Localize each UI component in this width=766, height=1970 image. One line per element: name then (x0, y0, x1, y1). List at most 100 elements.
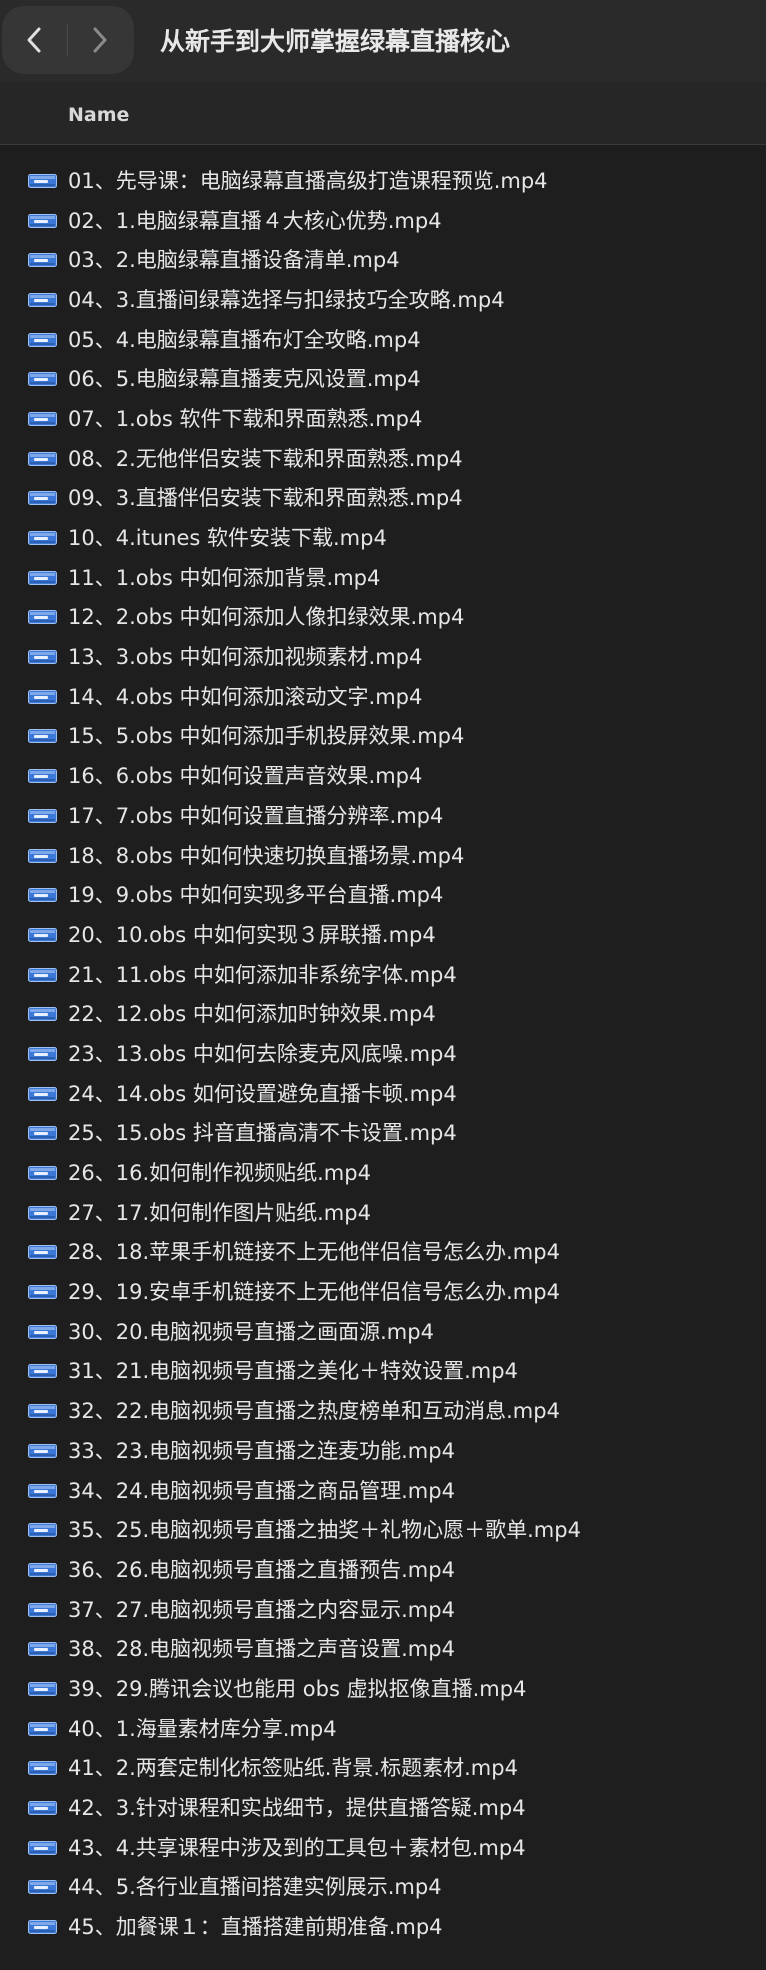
file-row[interactable]: 14、4.obs 中如何添加滚动文字.mp4 (0, 676, 766, 716)
video-file-icon (28, 649, 57, 665)
file-row[interactable]: 03、2.电脑绿幕直播设备清单.mp4 (0, 239, 766, 279)
file-row[interactable]: 25、15.obs 抖音直播高清不卡设置.mp4 (0, 1113, 766, 1153)
file-name: 30、20.电脑视频号直播之画面源.mp4 (68, 1319, 434, 1344)
file-row[interactable]: 08、2.无他伴侣安装下载和界面熟悉.mp4 (0, 438, 766, 478)
file-row[interactable]: 19、9.obs 中如何实现多平台直播.mp4 (0, 874, 766, 914)
file-row[interactable]: 40、1.海量素材库分享.mp4 (0, 1708, 766, 1748)
file-row[interactable]: 42、3.针对课程和实战细节，提供直播答疑.mp4 (0, 1787, 766, 1827)
file-row[interactable]: 05、4.电脑绿幕直播布灯全攻略.mp4 (0, 319, 766, 359)
file-name: 04、3.直播间绿幕选择与扣绿技巧全攻略.mp4 (68, 287, 505, 312)
file-name: 44、5.各行业直播间搭建实例展示.mp4 (68, 1875, 442, 1900)
file-row[interactable]: 22、12.obs 中如何添加时钟效果.mp4 (0, 993, 766, 1033)
file-row[interactable]: 39、29.腾讯会议也能用 obs 虚拟抠像直播.mp4 (0, 1668, 766, 1708)
video-file-icon (28, 1681, 57, 1696)
file-row[interactable]: 23、13.obs 中如何去除麦克风底噪.mp4 (0, 1033, 766, 1073)
file-row[interactable]: 27、17.如何制作图片贴纸.mp4 (0, 1192, 766, 1232)
file-name: 09、3.直播伴侣安装下载和界面熟悉.mp4 (68, 486, 463, 511)
file-row[interactable]: 09、3.直播伴侣安装下载和界面熟悉.mp4 (0, 478, 766, 518)
file-row[interactable]: 13、3.obs 中如何添加视频素材.mp4 (0, 636, 766, 676)
file-name: 20、10.obs 中如何实现３屏联播.mp4 (68, 922, 436, 947)
back-button[interactable] (2, 6, 66, 74)
name-column-header[interactable]: Name (68, 104, 129, 126)
video-file-icon (28, 371, 57, 387)
window-titlebar: 从新手到大师掌握绿幕直播核心 (0, 0, 766, 82)
video-file-icon (28, 1919, 57, 1935)
file-row[interactable]: 16、6.obs 中如何设置声音效果.mp4 (0, 755, 766, 795)
file-row[interactable]: 29、19.安卓手机链接不上无他伴侣信号怎么办.mp4 (0, 1271, 766, 1311)
forward-button[interactable] (68, 6, 132, 74)
file-row[interactable]: 12、2.obs 中如何添加人像扣绿效果.mp4 (0, 597, 766, 637)
file-name: 32、22.电脑视频号直播之热度榜单和互动消息.mp4 (68, 1399, 560, 1424)
video-file-icon (28, 451, 57, 466)
file-row[interactable]: 11、1.obs 中如何添加背景.mp4 (0, 557, 766, 597)
window-title: 从新手到大师掌握绿幕直播核心 (160, 27, 511, 56)
file-row[interactable]: 21、11.obs 中如何添加非系统字体.mp4 (0, 954, 766, 994)
file-name: 14、4.obs 中如何添加滚动文字.mp4 (68, 684, 423, 709)
file-row[interactable]: 43、4.共享课程中涉及到的工具包＋素材包.mp4 (0, 1827, 766, 1867)
video-file-icon (28, 808, 57, 823)
file-row[interactable]: 34、24.电脑视频号直播之商品管理.mp4 (0, 1470, 766, 1510)
file-row[interactable]: 06、5.电脑绿幕直播麦克风设置.mp4 (0, 358, 766, 398)
video-file-icon (28, 609, 57, 625)
file-row[interactable]: 41、2.两套定制化标签贴纸.背景.标题素材.mp4 (0, 1748, 766, 1788)
file-name: 07、1.obs 软件下载和界面熟悉.mp4 (68, 406, 423, 431)
video-file-icon (28, 887, 57, 903)
file-name: 21、11.obs 中如何添加非系统字体.mp4 (68, 962, 457, 987)
file-row[interactable]: 30、20.电脑视频号直播之画面源.mp4 (0, 1311, 766, 1351)
file-row[interactable]: 38、28.电脑视频号直播之声音设置.mp4 (0, 1628, 766, 1668)
file-row[interactable]: 17、7.obs 中如何设置直播分辨率.mp4 (0, 795, 766, 835)
video-file-icon (28, 1641, 57, 1657)
video-file-icon (28, 689, 57, 704)
file-row[interactable]: 33、23.电脑视频号直播之连麦功能.mp4 (0, 1430, 766, 1470)
video-file-icon (28, 1562, 57, 1577)
file-name: 25、15.obs 抖音直播高清不卡设置.mp4 (68, 1121, 457, 1146)
video-file-icon (28, 1006, 57, 1022)
video-file-icon (28, 411, 57, 426)
file-row[interactable]: 28、18.苹果手机链接不上无他伴侣信号怎么办.mp4 (0, 1232, 766, 1272)
file-row[interactable]: 20、10.obs 中如何实现３屏联播.mp4 (0, 914, 766, 954)
file-name: 06、5.电脑绿幕直播麦克风设置.mp4 (68, 367, 421, 392)
file-row[interactable]: 26、16.如何制作视频贴纸.mp4 (0, 1152, 766, 1192)
video-file-icon (28, 1244, 57, 1260)
file-name: 37、27.电脑视频号直播之内容显示.mp4 (68, 1597, 455, 1622)
video-file-icon (28, 1760, 57, 1776)
video-file-icon (28, 1800, 57, 1816)
video-file-icon (28, 1046, 57, 1061)
file-row[interactable]: 15、5.obs 中如何添加手机投屏效果.mp4 (0, 716, 766, 756)
file-row[interactable]: 37、27.电脑视频号直播之内容显示.mp4 (0, 1589, 766, 1629)
file-name: 27、17.如何制作图片贴纸.mp4 (68, 1200, 371, 1225)
file-row[interactable]: 01、先导课：电脑绿幕直播高级打造课程预览.mp4 (0, 160, 766, 200)
navigation-button-group (2, 6, 134, 74)
file-row[interactable]: 24、14.obs 如何设置避免直播卡顿.mp4 (0, 1073, 766, 1113)
file-row[interactable]: 36、26.电脑视频号直播之直播预告.mp4 (0, 1549, 766, 1589)
file-row[interactable]: 44、5.各行业直播间搭建实例展示.mp4 (0, 1867, 766, 1907)
file-name: 43、4.共享课程中涉及到的工具包＋素材包.mp4 (68, 1835, 526, 1860)
file-row[interactable]: 07、1.obs 软件下载和界面熟悉.mp4 (0, 398, 766, 438)
chevron-left-icon (27, 27, 41, 53)
file-name: 03、2.电脑绿幕直播设备清单.mp4 (68, 248, 400, 273)
video-file-icon (28, 927, 57, 942)
file-name: 18、8.obs 中如何快速切换直播场景.mp4 (68, 843, 465, 868)
chevron-right-icon (93, 27, 107, 53)
file-row[interactable]: 04、3.直播间绿幕选择与扣绿技巧全攻略.mp4 (0, 279, 766, 319)
file-row[interactable]: 35、25.电脑视频号直播之抽奖＋礼物心愿＋歌单.mp4 (0, 1509, 766, 1549)
file-name: 40、1.海量素材库分享.mp4 (68, 1716, 337, 1741)
file-name: 22、12.obs 中如何添加时钟效果.mp4 (68, 1002, 436, 1027)
video-file-icon (28, 848, 57, 863)
file-row[interactable]: 45、加餐课１：直播搭建前期准备.mp4 (0, 1906, 766, 1946)
file-name: 19、9.obs 中如何实现多平台直播.mp4 (68, 883, 444, 908)
file-row[interactable]: 18、8.obs 中如何快速切换直播场景.mp4 (0, 835, 766, 875)
file-row[interactable]: 02、1.电脑绿幕直播４大核心优势.mp4 (0, 200, 766, 240)
video-file-icon (28, 530, 57, 546)
video-file-icon (28, 728, 57, 744)
file-name: 13、3.obs 中如何添加视频素材.mp4 (68, 645, 423, 670)
file-row[interactable]: 32、22.电脑视频号直播之热度榜单和互动消息.mp4 (0, 1390, 766, 1430)
file-name: 10、4.itunes 软件安装下载.mp4 (68, 526, 387, 551)
video-file-icon (28, 1205, 57, 1220)
file-row[interactable]: 31、21.电脑视频号直播之美化＋特效设置.mp4 (0, 1351, 766, 1391)
file-name: 38、28.电脑视频号直播之声音设置.mp4 (68, 1637, 455, 1662)
video-file-icon (28, 1284, 57, 1300)
file-row[interactable]: 10、4.itunes 软件安装下载.mp4 (0, 517, 766, 557)
file-name: 16、6.obs 中如何设置声音效果.mp4 (68, 764, 423, 789)
file-name: 28、18.苹果手机链接不上无他伴侣信号怎么办.mp4 (68, 1240, 560, 1265)
